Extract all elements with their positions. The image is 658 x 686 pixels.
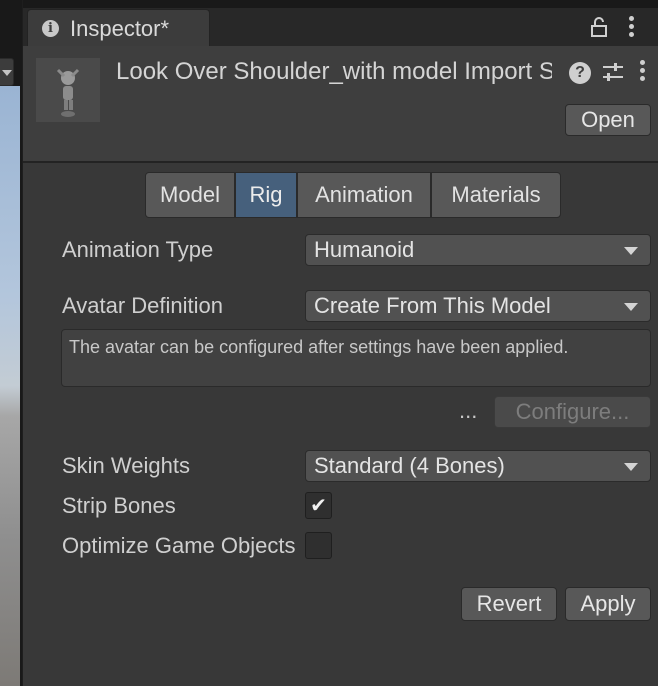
optimize-game-objects-label: Optimize Game Objects (62, 533, 296, 558)
animation-type-label: Animation Type (62, 237, 214, 262)
asset-title: Look Over Shoulder_with model Import Set… (116, 58, 552, 85)
ellipsis-text: ... (459, 398, 478, 423)
apply-button[interactable]: Apply (565, 587, 651, 621)
lock-icon[interactable] (589, 16, 609, 38)
tab-inspector[interactable]: i Inspector* (27, 9, 210, 46)
info-icon: i (42, 20, 59, 37)
tab-label: Inspector* (70, 16, 170, 41)
tab-model[interactable]: Model (145, 172, 235, 218)
open-button[interactable]: Open (565, 104, 651, 136)
scene-dropdown[interactable] (0, 58, 14, 86)
checkmark-icon: ✔ (310, 493, 327, 517)
skin-weights-label: Skin Weights (62, 453, 190, 478)
animation-type-dropdown[interactable]: Humanoid (305, 234, 651, 266)
skin-weights-dropdown[interactable]: Standard (4 Bones) (305, 450, 651, 482)
model-thumbnail (36, 58, 100, 122)
strip-bones-checkbox[interactable]: ✔ (305, 492, 332, 519)
help-icon[interactable]: ? (569, 62, 591, 84)
chevron-down-icon (624, 303, 638, 311)
scene-viewport[interactable] (0, 86, 20, 686)
avatar-help-box: The avatar can be configured after setti… (61, 329, 651, 387)
avatar-definition-value: Create From This Model (314, 293, 551, 318)
skin-weights-value: Standard (4 Bones) (314, 453, 505, 478)
tab-animation[interactable]: Animation (297, 172, 431, 218)
inspector-panel: i Inspector* Look Over Shoulder_with mod… (22, 0, 658, 686)
revert-button[interactable]: Revert (461, 587, 557, 621)
scene-view-strip (0, 0, 22, 686)
character-icon (56, 68, 80, 117)
tab-materials[interactable]: Materials (431, 172, 561, 218)
avatar-definition-dropdown[interactable]: Create From This Model (305, 290, 651, 322)
optimize-game-objects-checkbox[interactable] (305, 532, 332, 559)
chevron-down-icon (624, 463, 638, 471)
tab-menu-icon[interactable] (629, 16, 635, 38)
preset-sliders-icon[interactable] (601, 60, 625, 84)
chevron-down-icon (624, 247, 638, 255)
avatar-definition-label: Avatar Definition (62, 293, 224, 318)
configure-button[interactable]: Configure... (494, 396, 651, 428)
animation-type-value: Humanoid (314, 237, 415, 262)
asset-header: Look Over Shoulder_with model Import Set… (23, 46, 658, 163)
tab-rig[interactable]: Rig (235, 172, 297, 218)
chevron-down-icon (2, 70, 12, 76)
strip-bones-label: Strip Bones (62, 493, 176, 518)
header-menu-icon[interactable] (640, 60, 646, 82)
tab-bar: i Inspector* (23, 0, 658, 46)
